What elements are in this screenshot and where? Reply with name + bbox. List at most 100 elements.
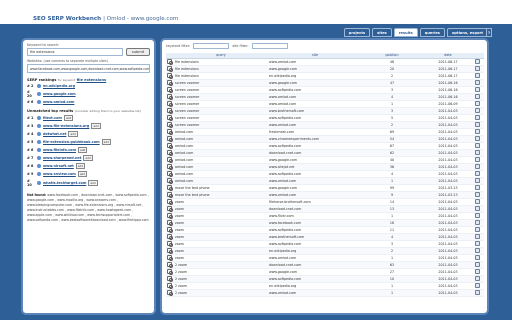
- save-icon[interactable]: [475, 107, 480, 113]
- magnifier-icon[interactable]: [167, 93, 173, 99]
- add-site-button[interactable]: add: [83, 155, 93, 161]
- unmatched-site-link[interactable]: www.sharpened.net: [43, 156, 81, 160]
- site-filter-input[interactable]: [251, 43, 288, 49]
- add-site-button[interactable]: add: [68, 131, 78, 137]
- save-icon[interactable]: [475, 142, 480, 148]
- tab-projects[interactable]: projects: [343, 28, 371, 37]
- save-icon[interactable]: [475, 93, 480, 99]
- save-icon[interactable]: [475, 149, 480, 155]
- magnifier-icon[interactable]: [167, 254, 173, 260]
- tab-queries[interactable]: queries: [419, 28, 445, 37]
- magnifier-icon[interactable]: [167, 198, 173, 204]
- magnifier-icon[interactable]: [167, 247, 173, 253]
- magnifier-icon[interactable]: [167, 219, 173, 225]
- save-icon[interactable]: [475, 198, 480, 204]
- unmatched-site-link[interactable]: www.nirsoft.net: [43, 164, 74, 168]
- magnifier-icon[interactable]: [167, 177, 173, 183]
- unmatched-site-link[interactable]: www.file-extensions.org: [43, 124, 89, 128]
- magnifier-icon[interactable]: [167, 191, 173, 197]
- keyword-filter-input[interactable]: [193, 43, 230, 49]
- magnifier-icon[interactable]: [167, 184, 173, 190]
- add-site-button[interactable]: add: [101, 139, 111, 145]
- submit-button[interactable]: submit: [126, 48, 150, 56]
- magnifier-icon[interactable]: [167, 72, 173, 78]
- save-icon[interactable]: [475, 226, 480, 232]
- unmatched-site-link[interactable]: dotwhat.net: [43, 132, 66, 136]
- unmatched-site-link[interactable]: file-extension.guidebook.com: [43, 140, 100, 144]
- save-icon[interactable]: [475, 170, 480, 176]
- magnifier-icon[interactable]: [167, 107, 173, 113]
- save-icon[interactable]: [475, 121, 480, 127]
- add-site-button[interactable]: add: [63, 115, 74, 121]
- magnifier-icon[interactable]: [167, 79, 173, 85]
- magnifier-icon[interactable]: [167, 121, 173, 127]
- magnifier-icon[interactable]: [167, 212, 173, 218]
- save-icon[interactable]: [475, 191, 480, 197]
- magnifier-icon[interactable]: [167, 233, 173, 239]
- save-icon[interactable]: [475, 247, 480, 253]
- save-icon[interactable]: [475, 268, 480, 274]
- add-site-button[interactable]: add: [77, 147, 88, 153]
- rank-site-link[interactable]: en.wikipedia.org: [43, 84, 75, 88]
- unmatched-site-link[interactable]: filext.com: [43, 116, 62, 120]
- save-icon[interactable]: [475, 275, 480, 281]
- magnifier-icon[interactable]: [167, 226, 173, 232]
- add-site-button[interactable]: add: [75, 163, 86, 169]
- save-icon[interactable]: [475, 156, 480, 162]
- add-site-button[interactable]: add: [77, 171, 88, 177]
- magnifier-icon[interactable]: [167, 268, 173, 274]
- add-site-button[interactable]: add: [88, 180, 98, 186]
- magnifier-icon[interactable]: [167, 65, 173, 71]
- magnifier-icon[interactable]: [167, 240, 173, 246]
- magnifier-icon[interactable]: [167, 163, 173, 169]
- magnifier-icon[interactable]: [167, 86, 173, 92]
- unmatched-site-link[interactable]: www.xnview.com: [43, 172, 76, 176]
- save-icon[interactable]: [475, 233, 480, 239]
- magnifier-icon[interactable]: [167, 149, 173, 155]
- magnifier-icon[interactable]: [167, 114, 173, 120]
- rank-site-link[interactable]: www.omlod.com: [43, 100, 74, 104]
- tab-options-export[interactable]: options, export: [446, 28, 488, 37]
- save-icon[interactable]: [475, 114, 480, 120]
- save-icon[interactable]: [475, 135, 480, 141]
- save-icon[interactable]: [475, 219, 480, 225]
- save-icon[interactable]: [475, 282, 480, 288]
- save-icon[interactable]: [475, 205, 480, 211]
- help-button[interactable]: ?: [486, 28, 492, 37]
- tab-results[interactable]: results: [393, 28, 418, 37]
- unmatched-site-link[interactable]: whatis.techtarget.com: [43, 181, 86, 185]
- save-icon[interactable]: [475, 289, 480, 295]
- keyword-input[interactable]: file extensions: [27, 48, 123, 56]
- magnifier-icon[interactable]: [167, 156, 173, 162]
- magnifier-icon[interactable]: [167, 261, 173, 267]
- save-icon[interactable]: [475, 254, 480, 260]
- save-icon[interactable]: [475, 128, 480, 134]
- magnifier-icon[interactable]: [167, 135, 173, 141]
- magnifier-icon[interactable]: [167, 100, 173, 106]
- serp-keyword[interactable]: file extensions: [77, 78, 107, 82]
- save-icon[interactable]: [475, 163, 480, 169]
- save-icon[interactable]: [475, 177, 480, 183]
- magnifier-icon[interactable]: [167, 142, 173, 148]
- rank-site-link[interactable]: www.google.com: [43, 92, 76, 96]
- save-icon[interactable]: [475, 100, 480, 106]
- add-site-button[interactable]: add: [91, 123, 101, 129]
- save-icon[interactable]: [475, 86, 480, 92]
- save-icon[interactable]: [475, 65, 480, 71]
- magnifier-icon[interactable]: [167, 282, 173, 288]
- unmatched-site-link[interactable]: www.fileinfo.com: [43, 148, 76, 152]
- magnifier-icon[interactable]: [167, 170, 173, 176]
- magnifier-icon[interactable]: [167, 289, 173, 295]
- save-icon[interactable]: [475, 240, 480, 246]
- save-icon[interactable]: [475, 212, 480, 218]
- magnifier-icon[interactable]: [167, 205, 173, 211]
- save-icon[interactable]: [475, 184, 480, 190]
- websites-input[interactable]: www.facebook.com,www.google.com,download…: [27, 64, 150, 73]
- save-icon[interactable]: [475, 58, 480, 64]
- magnifier-icon[interactable]: [167, 128, 173, 134]
- magnifier-icon[interactable]: [167, 58, 173, 64]
- save-icon[interactable]: [475, 261, 480, 267]
- magnifier-icon[interactable]: [167, 275, 173, 281]
- tab-sites[interactable]: sites: [372, 28, 392, 37]
- save-icon[interactable]: [475, 79, 480, 85]
